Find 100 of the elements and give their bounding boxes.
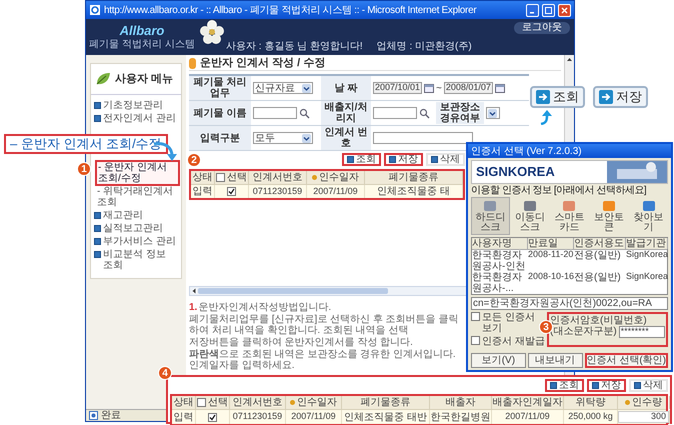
device-icon (522, 199, 538, 213)
checkbox[interactable] (471, 312, 480, 321)
column-header: 배출자인계일자 (492, 397, 562, 408)
shortcut-button[interactable]: 조회 (530, 86, 585, 108)
storage-option[interactable]: 스마트카드 (550, 197, 589, 235)
required-dot-icon (312, 175, 317, 180)
search-icon[interactable] (419, 108, 430, 118)
search-icon[interactable] (299, 108, 310, 118)
field-label: 배출지/처리지 (321, 101, 371, 126)
table-cell: 입력 (174, 412, 194, 422)
checkbox[interactable] (208, 412, 217, 422)
action-button[interactable]: 저장 (587, 379, 626, 392)
table-cell: 2007/11/09 (291, 412, 336, 422)
dialog-button[interactable]: 내보내기 (528, 353, 583, 368)
dropdown[interactable]: 모두 (253, 132, 313, 144)
square-bullet-icon (634, 382, 641, 389)
checkbox[interactable] (227, 187, 236, 196)
dialog-button[interactable]: 인증서 선택(확인) (584, 353, 668, 368)
sidebar-item[interactable]: - 운반자 인계서 조회/수정 (97, 162, 178, 184)
table-cell: 인체조직물중 태 (377, 186, 450, 197)
checkbox[interactable] (216, 173, 225, 182)
step-number-badge: 3 (539, 320, 553, 334)
action-button[interactable]: 삭제 (426, 153, 465, 166)
user-greeting: 사용자 : 홍길동 님 환영합니다! (226, 41, 363, 52)
column-header: 폐기물종류 (388, 172, 438, 183)
logout-button[interactable]: 로그아웃 (514, 22, 570, 34)
column-header: 사용자명 (472, 238, 528, 249)
close-button[interactable] (558, 4, 571, 16)
callout-label: – 운반자 인계서 조회/수정 (4, 134, 168, 154)
note-text: 저장버튼을 클릭하여 운반자인계서를 작성 합니다. (189, 337, 414, 348)
page-icon (89, 411, 98, 420)
status-text: 완료 (101, 410, 121, 421)
sidebar-item[interactable]: - 위탁거래인계서 조회 (97, 186, 178, 208)
sidebar-item[interactable]: 재고관리 (103, 210, 143, 221)
password-hint: (대소문자구분) (550, 326, 617, 338)
minimize-button[interactable] (526, 4, 539, 16)
step-number-badge: 2 (187, 153, 201, 167)
column-header: 상태 (192, 172, 212, 183)
table-cell: 0711230159 (232, 412, 282, 422)
calendar-icon[interactable] (494, 83, 505, 93)
sidebar-item[interactable]: 전자인계서 관리 (103, 113, 176, 124)
action-button[interactable]: 조회 (545, 379, 584, 392)
dropdown[interactable]: 신규자료 (253, 82, 313, 94)
dropdown[interactable] (486, 107, 500, 119)
storage-option[interactable]: 보안토큰 (590, 197, 628, 235)
text-field[interactable] (253, 107, 297, 119)
dialog-button[interactable]: 보기(V) (471, 353, 526, 368)
checkbox-label: 모든 인증서 보기 (482, 312, 536, 334)
table-cell: 250,000 kg (568, 412, 613, 422)
calendar-icon[interactable] (424, 83, 434, 93)
device-icon (482, 199, 498, 213)
caret-icon (302, 134, 311, 142)
date-field[interactable]: 2008/01/07 (444, 82, 493, 94)
column-header: 인증서용도 (574, 238, 626, 249)
table-cell: 입력 (192, 186, 212, 197)
shortcut-button[interactable]: 저장 (593, 86, 648, 108)
field-label: 인계서 번호 (321, 126, 371, 151)
date-field[interactable]: 2007/10/01 (373, 82, 422, 94)
sidebar-item[interactable]: 부가서비스 관리 (103, 236, 176, 247)
action-button[interactable]: 저장 (384, 153, 423, 166)
scroll-thumb[interactable] (198, 288, 388, 294)
storage-option[interactable]: 하드디스크 (471, 197, 510, 235)
table-cell-text: 2008-10-16 (528, 272, 574, 283)
arrow-icon (536, 90, 550, 104)
note-text: 폐기물처리업무를 [신규자료]로 선택하신 후 조회버튼을 클릭하여 처리 내역을 확인합니다. 조회된 내역을 선택 (189, 314, 460, 336)
password-label: 인증서암호(비밀번호) (550, 315, 648, 326)
action-button[interactable]: 조회 (342, 153, 381, 166)
note-number: 1. (189, 302, 198, 313)
field-label: 폐기물 처리업무 (189, 76, 251, 101)
column-header: 인수일자 (319, 172, 359, 183)
field-label: 입력구분 (189, 126, 251, 151)
number-field[interactable]: 300 (618, 411, 669, 423)
column-header: 폐기물종류 (360, 397, 410, 408)
checkmark-icon (209, 414, 216, 420)
action-button[interactable]: 삭제 (629, 379, 668, 392)
square-bullet-icon (94, 102, 101, 109)
storage-option[interactable]: 찾아보기 (629, 197, 668, 235)
checkbox-label: 인증서 재발급 (482, 336, 545, 347)
checkbox[interactable] (197, 398, 206, 407)
sidebar-item[interactable]: 실적보고관리 (103, 223, 163, 234)
table-cell-text: 한국환경자원공사-... (472, 272, 523, 294)
checkbox[interactable] (471, 336, 480, 345)
column-header: 발급기관 (626, 238, 668, 249)
caret-icon (488, 108, 497, 118)
company-name: 업체명 : 미관환경(주) (376, 41, 472, 52)
password-field[interactable]: ******** (618, 326, 665, 338)
field-label: 날 짜 (321, 76, 371, 101)
text-field[interactable] (373, 132, 473, 144)
sidebar-item[interactable]: 기초정보관리 (103, 100, 163, 111)
device-icon (561, 199, 578, 213)
storage-option[interactable]: 이동디스크 (510, 197, 550, 235)
browser-icon (89, 4, 101, 16)
device-icon (640, 199, 657, 213)
required-dot-icon (290, 400, 295, 405)
sidebar-item[interactable]: 비교분석 정보 조회 (103, 249, 178, 271)
maximize-button[interactable] (542, 4, 555, 16)
square-bullet-icon (389, 156, 396, 163)
field-label: 보관장소 경유여부 (436, 102, 484, 124)
text-field[interactable] (373, 107, 417, 119)
page-title: 운반자 인계서 작성 / 수정 (200, 56, 326, 70)
